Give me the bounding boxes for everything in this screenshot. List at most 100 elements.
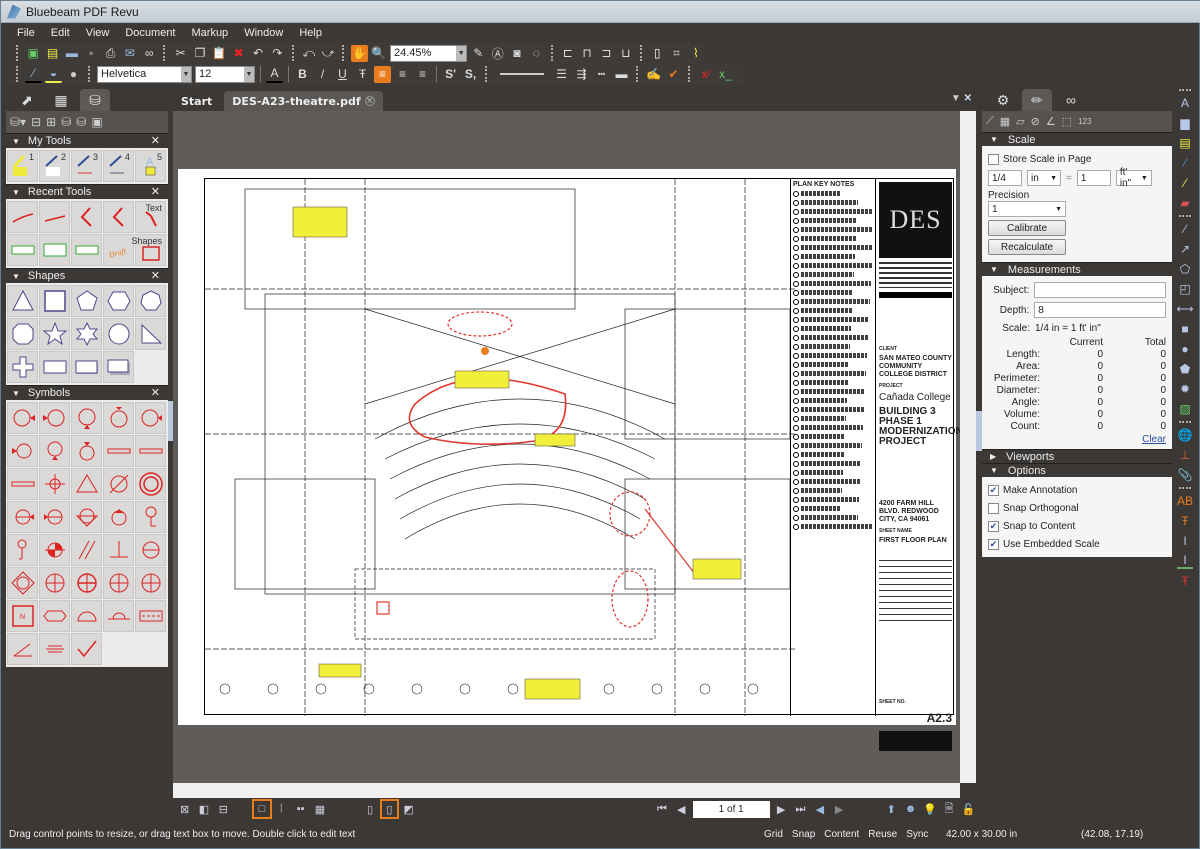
angle-tool-icon[interactable]: ∠ xyxy=(1046,115,1056,128)
close-icon[interactable]: ✕ xyxy=(151,185,160,198)
text-color-icon[interactable]: A xyxy=(266,66,283,83)
next-page-icon[interactable]: ▶ xyxy=(774,801,789,817)
strikethrough-button[interactable]: Ŧ xyxy=(354,66,371,83)
menu-document[interactable]: Document xyxy=(117,27,183,39)
scale-header[interactable]: ▼ Scale xyxy=(982,132,1172,146)
viewports-header[interactable]: ▶ Viewports xyxy=(982,449,1172,463)
tool-arc-red[interactable] xyxy=(7,201,38,233)
elevation-down-symbol[interactable] xyxy=(39,435,70,467)
section-split-symbol[interactable] xyxy=(135,534,166,566)
tool-text-polyline[interactable]: Text xyxy=(135,201,166,233)
benchmark-symbol[interactable] xyxy=(39,534,70,566)
search-tab-binoculars-icon[interactable]: ∞ xyxy=(1056,89,1086,111)
up-arrow-icon[interactable]: ⬆ xyxy=(884,801,899,817)
precision-select[interactable]: 1 ▼ xyxy=(988,201,1066,217)
section-marker-down-symbol[interactable] xyxy=(71,402,102,434)
align-left-icon[interactable]: ⊏ xyxy=(560,45,576,62)
octagon-shape[interactable] xyxy=(7,318,38,350)
room-tag-symbol[interactable]: N xyxy=(7,600,38,632)
fill-color-icon[interactable]: ◒ xyxy=(45,66,62,83)
measurements-tab-ruler-icon[interactable]: ✏ xyxy=(1022,89,1052,111)
cloud-tool-icon[interactable]: ✹ xyxy=(1177,381,1193,397)
target-symbol[interactable] xyxy=(135,468,166,500)
options-header[interactable]: ▼ Options xyxy=(982,463,1172,477)
unit-left-select[interactable]: in ▼ xyxy=(1027,170,1061,186)
tool-pen-gray[interactable]: 4 xyxy=(103,150,134,182)
toggle-content[interactable]: Content xyxy=(824,829,859,840)
pdf-icon[interactable]: 🗎 xyxy=(942,801,957,817)
checkmark-page-icon[interactable]: ✔ xyxy=(665,66,682,83)
checkbox-box[interactable]: ✔ xyxy=(988,484,999,496)
store-scale-checkbox[interactable]: Store Scale in Page xyxy=(988,150,1166,168)
calibrate-button[interactable]: Calibrate xyxy=(988,220,1066,236)
fit-page-icon[interactable]: ▯ xyxy=(362,801,377,817)
last-page-icon[interactable]: ⏭ xyxy=(793,801,808,817)
lightbulb-icon[interactable]: 💡 xyxy=(922,801,937,817)
image-tool-icon[interactable]: ▨ xyxy=(1177,401,1193,417)
redo-icon[interactable]: ↷ xyxy=(269,45,285,62)
notes-icon[interactable]: ▤ xyxy=(44,45,60,62)
shapes-header[interactable]: ▼ Shapes ✕ xyxy=(6,268,168,283)
callout-bubble-left-symbol[interactable] xyxy=(39,501,70,533)
polygon-tool-icon[interactable]: ⬟ xyxy=(1177,361,1193,377)
half-circle-line-symbol[interactable] xyxy=(103,600,134,632)
grid-bubble-2-symbol[interactable] xyxy=(71,567,102,599)
diamond-tag-symbol[interactable] xyxy=(7,567,38,599)
clear-link[interactable]: Clear xyxy=(1142,434,1166,445)
line-weight-icon[interactable]: ▬ xyxy=(613,66,630,83)
attachment-tool-icon[interactable]: 📎 xyxy=(1177,467,1193,483)
bookmarks-tab-icon[interactable]: ⬈ xyxy=(12,89,42,111)
align-right-icon[interactable]: ⊐ xyxy=(598,45,614,62)
checkbox-box[interactable]: ✔ xyxy=(988,538,999,550)
pdf-page[interactable]: PLAN KEY NOTES DES CLIENT SAN MATEO COUN… xyxy=(178,169,963,751)
elevation-marker-symbol[interactable] xyxy=(135,402,166,434)
length-tool-icon[interactable]: ⟋ xyxy=(986,115,994,128)
page-icon[interactable]: ▯ xyxy=(649,45,665,62)
text-select-icon[interactable]: Ⓐ xyxy=(490,45,506,62)
superscript-button[interactable]: S' xyxy=(442,66,459,83)
tool-pen-white[interactable]: 2 xyxy=(39,150,70,182)
volume-tool-icon[interactable]: ⬚ xyxy=(1062,115,1072,128)
side-by-side-icon[interactable]: ▪▪ xyxy=(293,801,308,817)
grid-bubble-3-symbol[interactable] xyxy=(103,567,134,599)
indent-icon[interactable]: ⇶ xyxy=(573,66,590,83)
unit-right-select[interactable]: ft' in" ▼ xyxy=(1115,167,1152,189)
highlight-tool-icon[interactable]: ∕ xyxy=(1177,175,1193,191)
highlighter-icon[interactable]: ⌇ xyxy=(688,45,704,62)
close-tab-icon[interactable]: × xyxy=(364,96,375,106)
stamp-for-review-3[interactable] xyxy=(71,234,102,266)
stamp-for-review-2[interactable] xyxy=(39,234,70,266)
tool-pen-red[interactable]: 3 xyxy=(71,150,102,182)
menu-edit[interactable]: Edit xyxy=(43,27,78,39)
align-text-right-icon[interactable]: ≡ xyxy=(414,66,431,83)
tool-rectangle-shape[interactable]: Shapes xyxy=(131,234,166,266)
unlock-icon[interactable]: 🔓 xyxy=(961,801,976,817)
tool-chest-tab-icon[interactable]: ⛁ xyxy=(80,89,110,111)
line-tool-icon[interactable]: ∕ xyxy=(1177,221,1193,237)
rotate-left-icon[interactable]: ⤺ xyxy=(301,45,317,62)
crop-icon[interactable]: ⌗ xyxy=(668,45,684,62)
door-tag-symbol[interactable] xyxy=(135,501,166,533)
half-circle-tag-symbol[interactable] xyxy=(71,600,102,632)
vertical-scrollbar[interactable] xyxy=(960,111,976,783)
hexagon-tag-symbol[interactable] xyxy=(39,600,70,632)
new-icon[interactable]: ▣ xyxy=(25,45,41,62)
cross-shape[interactable] xyxy=(7,351,38,383)
stamp-draft[interactable]: Draft xyxy=(103,234,134,266)
elevation-left-symbol[interactable] xyxy=(7,435,38,467)
recent-tools-header[interactable]: ▼ Recent Tools ✕ xyxy=(6,184,168,199)
copy-icon[interactable]: ❐ xyxy=(192,45,208,62)
rectangle-shadow-shape[interactable] xyxy=(71,351,102,383)
measurements-header[interactable]: ▼ Measurements xyxy=(982,262,1172,276)
scale-left-input[interactable]: 1/4 xyxy=(988,170,1022,186)
spell-error-icon[interactable]: x∕ xyxy=(697,66,714,83)
opacity-icon[interactable]: ● xyxy=(65,66,82,83)
label-box-symbol[interactable] xyxy=(135,600,166,632)
typewriter-icon[interactable]: ▆ xyxy=(1177,115,1193,131)
back-view-icon[interactable]: ◀ xyxy=(812,801,827,817)
diameter-symbol[interactable] xyxy=(103,468,134,500)
font-size-select[interactable]: 12 ▼ xyxy=(195,65,255,83)
pentagon-shape[interactable] xyxy=(71,285,102,317)
tool-text-box[interactable]: A5 xyxy=(135,150,166,182)
dash-style-icon[interactable]: ┅ xyxy=(593,66,610,83)
